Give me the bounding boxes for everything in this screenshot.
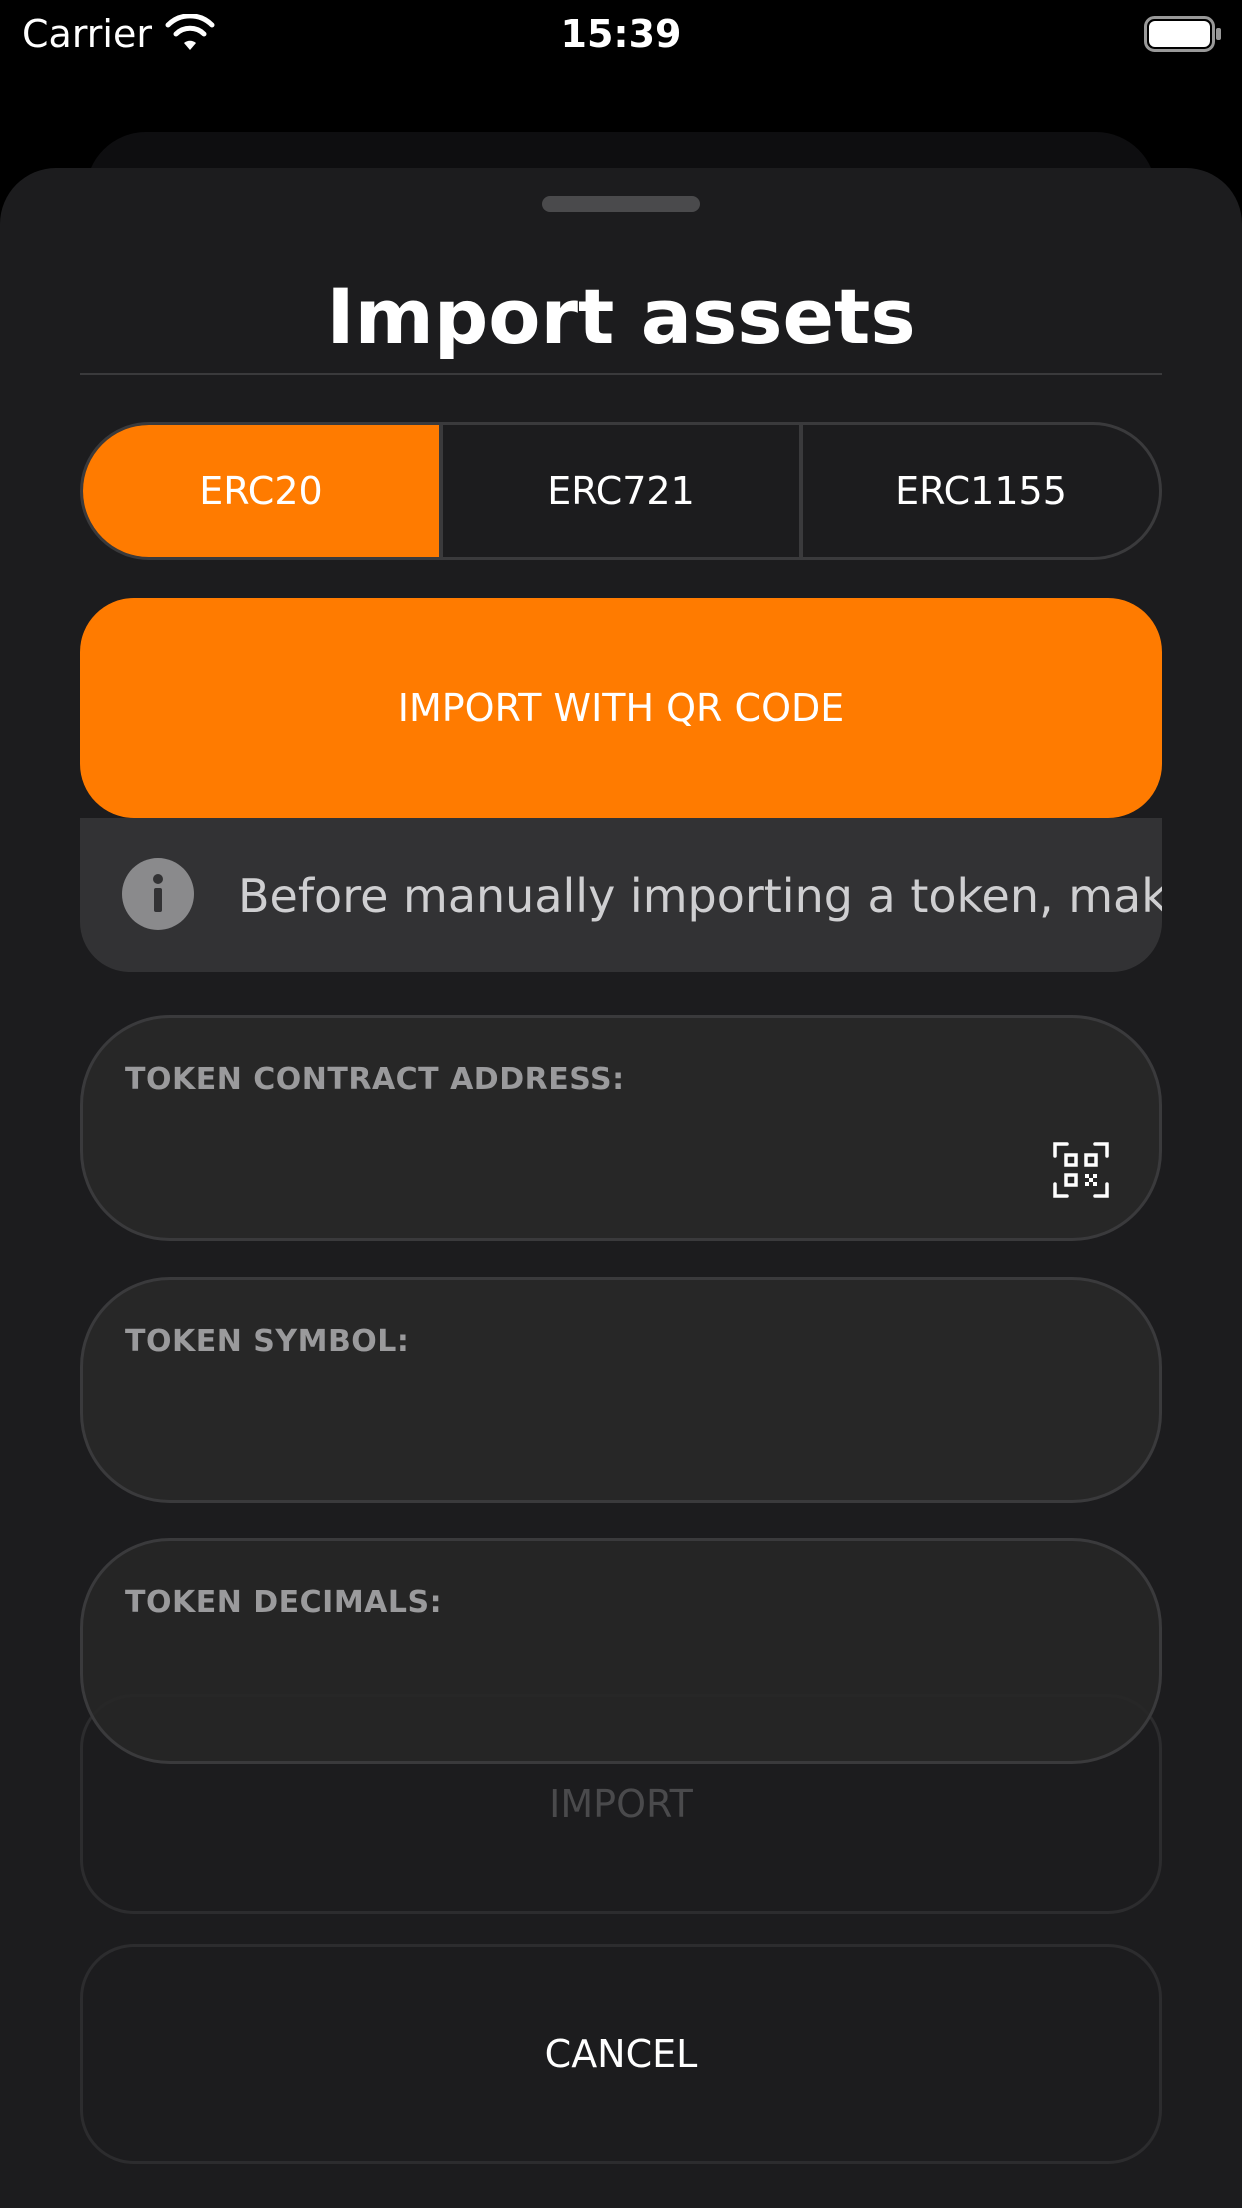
sheet-grabber[interactable]: [542, 196, 700, 212]
contract-address-label: TOKEN CONTRACT ADDRESS:: [125, 1062, 625, 1097]
tab-erc721[interactable]: ERC721: [439, 425, 799, 557]
status-time: 15:39: [560, 12, 682, 56]
status-bar: Carrier 15:39: [0, 0, 1242, 70]
token-symbol-field[interactable]: TOKEN SYMBOL:: [80, 1277, 1162, 1503]
info-icon: [122, 858, 194, 930]
contract-address-field[interactable]: TOKEN CONTRACT ADDRESS:: [80, 1015, 1162, 1241]
token-decimals-input[interactable]: [125, 1651, 1025, 1721]
import-with-qr-button[interactable]: IMPORT WITH QR CODE: [80, 598, 1162, 818]
info-text: Before manually importing a token, make: [238, 869, 1162, 923]
tab-erc1155[interactable]: ERC1155: [799, 425, 1159, 557]
import-button-label: IMPORT: [549, 1782, 693, 1826]
contract-address-input[interactable]: [125, 1128, 1025, 1198]
token-decimals-field[interactable]: TOKEN DECIMALS:: [80, 1538, 1162, 1764]
token-standard-tabs: ERC20 ERC721 ERC1155: [80, 422, 1162, 560]
battery-icon: [1144, 16, 1221, 52]
title-divider: [80, 373, 1162, 375]
token-decimals-label: TOKEN DECIMALS:: [125, 1585, 443, 1620]
token-symbol-label: TOKEN SYMBOL:: [125, 1324, 410, 1359]
tab-erc20[interactable]: ERC20: [83, 425, 439, 557]
cancel-button[interactable]: CANCEL: [80, 1944, 1162, 2164]
qr-scan-icon[interactable]: [1053, 1142, 1109, 1198]
sheet-title: Import assets: [326, 272, 916, 361]
token-symbol-input[interactable]: [125, 1390, 1025, 1460]
info-banner: Before manually importing a token, make: [80, 818, 1162, 972]
